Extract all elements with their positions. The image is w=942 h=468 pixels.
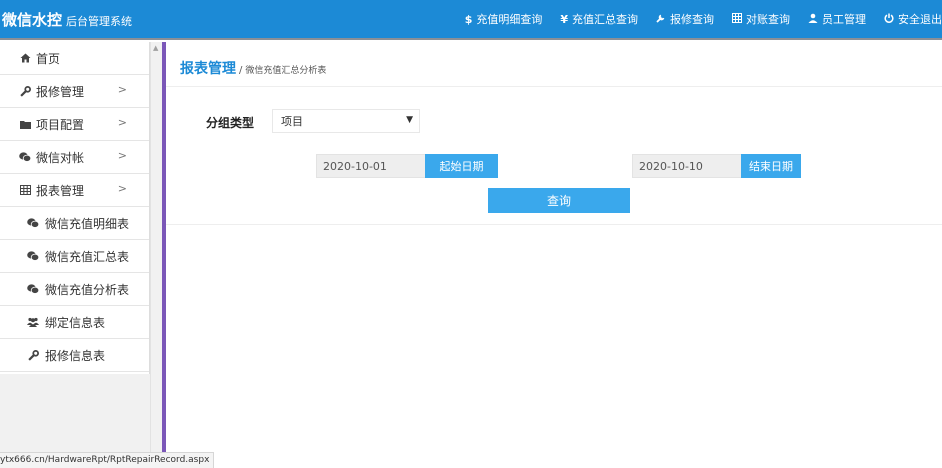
breadcrumb: 报表管理 / 微信充值汇总分析表: [180, 58, 326, 78]
sidebar-item-label: 项目配置: [36, 117, 85, 132]
sidebar-item-label: 微信充值分析表: [45, 282, 130, 297]
table-icon: [732, 12, 742, 26]
group-type-select[interactable]: 项目 ▼: [272, 109, 420, 133]
sidebar-subitem-wechat-recharge-summary[interactable]: 微信充值汇总表: [0, 240, 149, 273]
nav-repair-query[interactable]: 报修查询: [656, 11, 714, 27]
sidebar-item-project-config[interactable]: 项目配置 >: [0, 108, 149, 141]
browser-status-url: ytx666.cn/HardwareRpt/RptRepairRecord.as…: [0, 452, 215, 468]
sidebar-item-label: 报修信息表: [45, 348, 106, 363]
end-date-input[interactable]: 2020-10-10: [632, 154, 742, 178]
sidebar-item-label: 微信对帐: [36, 150, 85, 165]
nav-label: 充值汇总查询: [572, 13, 638, 26]
end-date-value: 2020-10-10: [639, 159, 703, 173]
nav-logout[interactable]: 安全退出: [884, 11, 942, 27]
group-type-value: 项目: [281, 115, 303, 128]
nav-label: 报修查询: [670, 13, 714, 26]
wechat-icon: [18, 152, 32, 162]
nav-label: 员工管理: [822, 13, 866, 26]
wechat-icon: [26, 284, 40, 294]
nav-recharge-summary[interactable]: ¥ 充值汇总查询: [560, 11, 638, 27]
header-rule: [166, 86, 942, 87]
sidebar: 首页 报修管理 > 项目配置 > 微信对帐 > 报表管理 > 微信充值明细表 微…: [0, 42, 150, 374]
wrench-icon: [656, 13, 666, 26]
header-divider: [0, 38, 942, 40]
chevron-right-icon: >: [117, 149, 127, 162]
brand[interactable]: 微信水控 后台管理系统: [0, 9, 132, 30]
query-button[interactable]: 查询: [488, 188, 630, 213]
top-header: 微信水控 后台管理系统 $ 充值明细查询 ¥ 充值汇总查询 报修查询 对账查询: [0, 0, 942, 38]
sidebar-item-label: 微信充值明细表: [45, 216, 130, 231]
user-icon: [808, 13, 818, 26]
sidebar-item-label: 绑定信息表: [45, 315, 106, 330]
sidebar-item-wechat-reconcile[interactable]: 微信对帐 >: [0, 141, 149, 174]
start-date-value: 2020-10-01: [323, 159, 387, 173]
power-icon: [884, 13, 894, 26]
folder-icon: [18, 120, 32, 129]
chevron-right-icon: >: [117, 83, 127, 96]
chevron-right-icon: >: [117, 182, 127, 195]
wechat-icon: [26, 218, 40, 228]
wechat-icon: [26, 251, 40, 261]
sidebar-scrollbar[interactable]: ▲: [150, 42, 162, 452]
chevron-right-icon: >: [117, 116, 127, 129]
nav-label: 安全退出: [898, 13, 942, 26]
nav-recharge-detail[interactable]: $ 充值明细查询: [465, 11, 543, 27]
sidebar-item-label: 报表管理: [36, 183, 85, 198]
main-content: 报表管理 / 微信充值汇总分析表 分组类型 项目 ▼ 2020-10-01 起始…: [166, 42, 942, 452]
page-title: 报表管理: [180, 61, 236, 77]
nav-reconcile-query[interactable]: 对账查询: [732, 11, 790, 27]
group-type-label: 分组类型: [206, 116, 255, 130]
table-icon: [18, 185, 32, 195]
sidebar-item-label: 报修管理: [36, 84, 85, 99]
yen-icon: ¥: [560, 12, 568, 26]
sidebar-subitem-repair-info[interactable]: 报修信息表: [0, 339, 149, 372]
top-nav: $ 充值明细查询 ¥ 充值汇总查询 报修查询 对账查询 员工管理 安全退出: [465, 0, 942, 38]
sidebar-item-label: 首页: [36, 51, 61, 66]
sidebar-subitem-binding-info[interactable]: 绑定信息表: [0, 306, 149, 339]
sidebar-subitem-wechat-recharge-detail[interactable]: 微信充值明细表: [0, 207, 149, 240]
wrench-icon: [26, 349, 40, 361]
users-icon: [26, 317, 40, 327]
breadcrumb-current: 微信充值汇总分析表: [245, 66, 327, 76]
sidebar-item-repair[interactable]: 报修管理 >: [0, 75, 149, 108]
caret-down-icon: ▼: [406, 115, 413, 125]
scroll-up-arrow-icon[interactable]: ▲: [153, 44, 158, 52]
dollar-icon: $: [464, 12, 473, 26]
home-icon: [18, 53, 32, 63]
breadcrumb-separator: /: [239, 65, 243, 76]
sidebar-subitem-wechat-recharge-analysis[interactable]: 微信充值分析表: [0, 273, 149, 306]
end-date-button[interactable]: 结束日期: [741, 154, 801, 178]
sidebar-empty-area: [0, 374, 162, 452]
sidebar-item-report-manage[interactable]: 报表管理 >: [0, 174, 149, 207]
nav-staff-manage[interactable]: 员工管理: [808, 11, 866, 27]
wrench-icon: [18, 85, 32, 97]
sidebar-item-label: 微信充值汇总表: [45, 249, 130, 264]
app-subtitle: 后台管理系统: [66, 14, 133, 28]
nav-label: 对账查询: [746, 13, 790, 26]
start-date-button[interactable]: 起始日期: [425, 154, 498, 178]
sidebar-item-home[interactable]: 首页: [0, 42, 149, 75]
nav-label: 充值明细查询: [476, 13, 543, 26]
start-date-input[interactable]: 2020-10-01: [316, 154, 426, 178]
form-rule: [166, 224, 942, 225]
app-title: 微信水控: [2, 10, 63, 29]
